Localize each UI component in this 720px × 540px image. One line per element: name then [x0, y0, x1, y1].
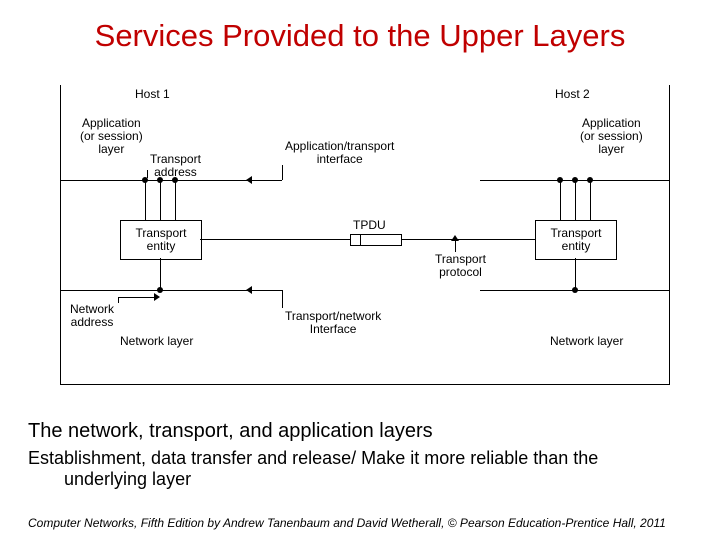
arrowhead [451, 235, 459, 241]
conn [575, 258, 576, 290]
network-address-arrow-h [118, 297, 154, 298]
conn [560, 180, 561, 220]
app-transport-if-arrow-h [252, 180, 282, 181]
network-address-arrow-v [118, 297, 119, 303]
arrowhead [246, 286, 252, 294]
transport-protocol-arrow [455, 240, 456, 252]
line-app-transport-left [60, 180, 250, 181]
caption: The network, transport, and application … [28, 420, 692, 443]
dot [572, 287, 578, 293]
app-layer-right-label: Application (or session) layer [580, 117, 643, 157]
app-transport-if-label: Application/transport interface [285, 140, 394, 166]
app-transport-if-arrow-v [282, 165, 283, 180]
dot [572, 177, 578, 183]
tpdu-payload-box [360, 234, 402, 246]
line-transport-network-left [60, 290, 250, 291]
conn [160, 180, 161, 220]
slide-title: Services Provided to the Upper Layers [0, 18, 720, 54]
tpdu-label: TPDU [353, 219, 386, 232]
transport-address-arrow [147, 170, 148, 178]
subcaption-line1: Establishment, data transfer and release… [28, 448, 598, 468]
slide-footer: Computer Networks, Fifth Edition by Andr… [28, 516, 692, 530]
layer-diagram: Host 1 Host 2 Application (or session) l… [60, 85, 670, 385]
conn [590, 180, 591, 220]
transport-network-if-label: Transport/network Interface [285, 310, 381, 336]
tn-if-arrow-h [252, 290, 282, 291]
arrowhead [154, 293, 160, 301]
network-layer-left-label: Network layer [120, 335, 193, 348]
app-layer-left-label: Application (or session) layer [80, 117, 143, 157]
conn [575, 180, 576, 220]
transport-protocol-label: Transport protocol [435, 253, 486, 279]
host1-label: Host 1 [135, 88, 170, 101]
transport-address-label: Transport address [150, 153, 201, 179]
conn [160, 258, 161, 290]
transport-entity-left: Transport entity [120, 220, 202, 260]
subcaption-line2: underlying layer [28, 469, 692, 490]
arrowhead [246, 176, 252, 184]
subcaption: Establishment, data transfer and release… [28, 448, 692, 490]
host2-label: Host 2 [555, 88, 590, 101]
tn-if-arrow-v [282, 290, 283, 308]
dot [557, 177, 563, 183]
conn [145, 180, 146, 220]
network-layer-right-label: Network layer [550, 335, 623, 348]
conn [175, 180, 176, 220]
network-address-label: Network address [70, 303, 114, 329]
transport-entity-right: Transport entity [535, 220, 617, 260]
dot [587, 177, 593, 183]
